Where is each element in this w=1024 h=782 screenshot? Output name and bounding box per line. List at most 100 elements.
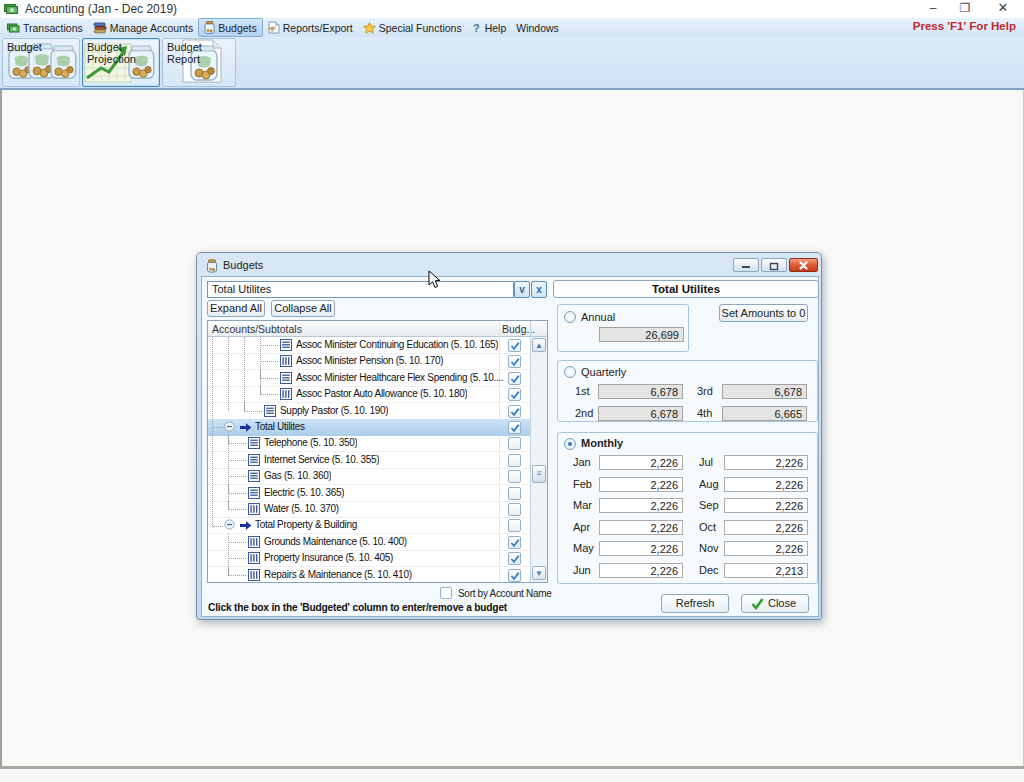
- row-label: Total Property & Building: [255, 519, 357, 530]
- budgeted-checkbox[interactable]: [508, 405, 521, 418]
- budgeted-column-hint: Click the box in the 'Budgeted' column t…: [208, 602, 507, 613]
- month-value-field[interactable]: 2,226: [724, 541, 808, 556]
- tree-connector: [228, 435, 246, 444]
- refresh-button[interactable]: Refresh: [661, 594, 729, 613]
- tree-row[interactable]: Assoc Minister Continuing Education (5. …: [208, 337, 530, 354]
- mouse-cursor: [428, 270, 442, 290]
- month-label: Nov: [699, 542, 722, 554]
- tree-row[interactable]: Assoc Minister Pension (5. 10. 170): [208, 353, 530, 370]
- budgeted-checkbox[interactable]: [508, 569, 521, 582]
- menu-item-label: Special Functions: [379, 22, 462, 34]
- subtotal-arrow-icon: [239, 520, 252, 533]
- scroll-up-button[interactable]: ▲: [532, 338, 546, 352]
- tree-row[interactable]: Grounds Maintenance (5. 10. 400): [208, 534, 530, 551]
- tree-connector: [228, 452, 246, 461]
- budgeted-checkbox[interactable]: [508, 454, 521, 467]
- collapse-all-button[interactable]: Collapse All: [271, 300, 335, 317]
- tree-connector: [213, 526, 223, 527]
- month-value-field[interactable]: 2,226: [599, 455, 683, 470]
- annual-group: Annual 26,699: [557, 304, 689, 352]
- budgeted-checkbox[interactable]: [508, 388, 521, 401]
- quarterly-radio[interactable]: [564, 366, 576, 378]
- close-button[interactable]: Close: [741, 594, 809, 613]
- tree-guide-line: [228, 435, 229, 509]
- combobox-clear-button[interactable]: x: [531, 281, 547, 298]
- month-label: Dec: [699, 564, 722, 576]
- scrollbar-thumb[interactable]: [532, 465, 546, 483]
- budgeted-checkbox[interactable]: [508, 487, 521, 500]
- month-value-field[interactable]: 2,226: [599, 541, 683, 556]
- toolbar-button-budget-report[interactable]: BudgetReport: [162, 38, 236, 87]
- tree-row[interactable]: Assoc Pastor Auto Allowance (5. 10. 180): [208, 386, 530, 403]
- tree-row[interactable]: Supply Pastor (5. 10. 190): [208, 403, 530, 420]
- month-value-field[interactable]: 2,226: [599, 498, 683, 513]
- annual-radio[interactable]: [564, 311, 576, 323]
- month-value-field[interactable]: 2,226: [724, 477, 808, 492]
- tree-row[interactable]: Water (5. 10. 370): [208, 501, 530, 518]
- help-icon: ?: [472, 22, 482, 34]
- budgeted-checkbox[interactable]: [508, 536, 521, 549]
- menu-item-budgets[interactable]: Budgets: [198, 18, 263, 37]
- dialog-maximize-button[interactable]: [761, 258, 787, 272]
- budgeted-checkbox[interactable]: [508, 470, 521, 483]
- collapse-expander-icon[interactable]: [224, 519, 235, 532]
- annual-value-field: 26,699: [599, 327, 684, 342]
- toolbar: BudgetBudgetProjectionBudgetReport: [0, 37, 1024, 88]
- account-icon: [280, 372, 292, 386]
- tree-row[interactable]: Property Insurance (5. 10. 405): [208, 550, 530, 567]
- set-amounts-to-zero-button[interactable]: Set Amounts to 0: [719, 304, 808, 322]
- budgeted-checkbox[interactable]: [508, 437, 521, 450]
- toolbar-button-budget-projection[interactable]: BudgetProjection: [82, 38, 160, 87]
- window-minimize-button[interactable]: –: [920, 0, 946, 17]
- menu-item-manage-accounts[interactable]: Manage Accounts: [88, 18, 198, 37]
- collapse-expander-icon[interactable]: [224, 421, 235, 434]
- accounts-tree: Accounts/Subtotals Budg... Assoc Ministe…: [207, 320, 548, 583]
- budgeted-checkbox[interactable]: [508, 421, 521, 434]
- tree-row[interactable]: Total Utilites: [208, 419, 530, 436]
- menu-item-label: Transactions: [23, 22, 83, 34]
- month-value-field[interactable]: 2,213: [724, 563, 808, 578]
- month-value-field[interactable]: 2,226: [724, 455, 808, 470]
- tree-row[interactable]: Assoc Minister Healthcare Flex Spending …: [208, 370, 530, 387]
- account-selector-combobox[interactable]: Total Utilites: [207, 281, 514, 298]
- month-label: Sep: [699, 499, 722, 511]
- monthly-radio[interactable]: [564, 438, 576, 450]
- scroll-down-button[interactable]: ▼: [532, 566, 546, 580]
- budgeted-checkbox[interactable]: [508, 552, 521, 565]
- month-value-field[interactable]: 2,226: [724, 520, 808, 535]
- budgeted-checkbox[interactable]: [508, 339, 521, 352]
- menu-item-help[interactable]: ?Help: [467, 18, 512, 37]
- dialog-minimize-button[interactable]: [733, 258, 759, 272]
- tree-row[interactable]: Gas (5. 10. 360): [208, 468, 530, 485]
- window-maximize-button[interactable]: ❐: [952, 0, 978, 17]
- month-value-field[interactable]: 2,226: [599, 563, 683, 578]
- budgeted-checkbox[interactable]: [508, 355, 521, 368]
- tree-connector: [228, 550, 246, 559]
- expand-all-button[interactable]: Expand All: [207, 300, 265, 317]
- budgeted-checkbox[interactable]: [508, 519, 521, 532]
- sort-checkbox-label: Sort by Account Name: [458, 588, 552, 599]
- budgeted-checkbox[interactable]: [508, 503, 521, 516]
- tree-row[interactable]: Electric (5. 10. 365): [208, 485, 530, 502]
- window-close-button[interactable]: ✕: [990, 0, 1016, 17]
- toolbar-button-budget[interactable]: Budget: [2, 38, 80, 87]
- combobox-dropdown-button[interactable]: v: [514, 281, 530, 298]
- dialog-close-button[interactable]: [789, 258, 818, 272]
- tree-row[interactable]: Repairs & Maintenance (5. 10. 410): [208, 567, 530, 582]
- budgeted-checkbox[interactable]: [508, 372, 521, 385]
- tree-row[interactable]: Telephone (5. 10. 350): [208, 435, 530, 452]
- month-value-field[interactable]: 2,226: [599, 477, 683, 492]
- month-value-field[interactable]: 2,226: [599, 520, 683, 535]
- tree-row[interactable]: Internet Service (5. 10. 355): [208, 452, 530, 469]
- account-icon: [248, 503, 260, 517]
- tree-scrollbar[interactable]: ▲ ▼: [531, 337, 547, 582]
- menu-item-windows[interactable]: Windows: [511, 18, 564, 37]
- menu-item-reports-export[interactable]: Reports/Export: [263, 18, 358, 37]
- sort-by-account-name-checkbox[interactable]: [440, 587, 452, 599]
- month-value-field[interactable]: 2,226: [724, 498, 808, 513]
- tree-row[interactable]: Total Property & Building: [208, 517, 530, 534]
- account-icon: [248, 536, 260, 550]
- menu-item-transactions[interactable]: Transactions: [2, 18, 88, 37]
- menu-item-special-functions[interactable]: Special Functions: [358, 18, 467, 37]
- quarter-label: 3rd: [697, 385, 713, 397]
